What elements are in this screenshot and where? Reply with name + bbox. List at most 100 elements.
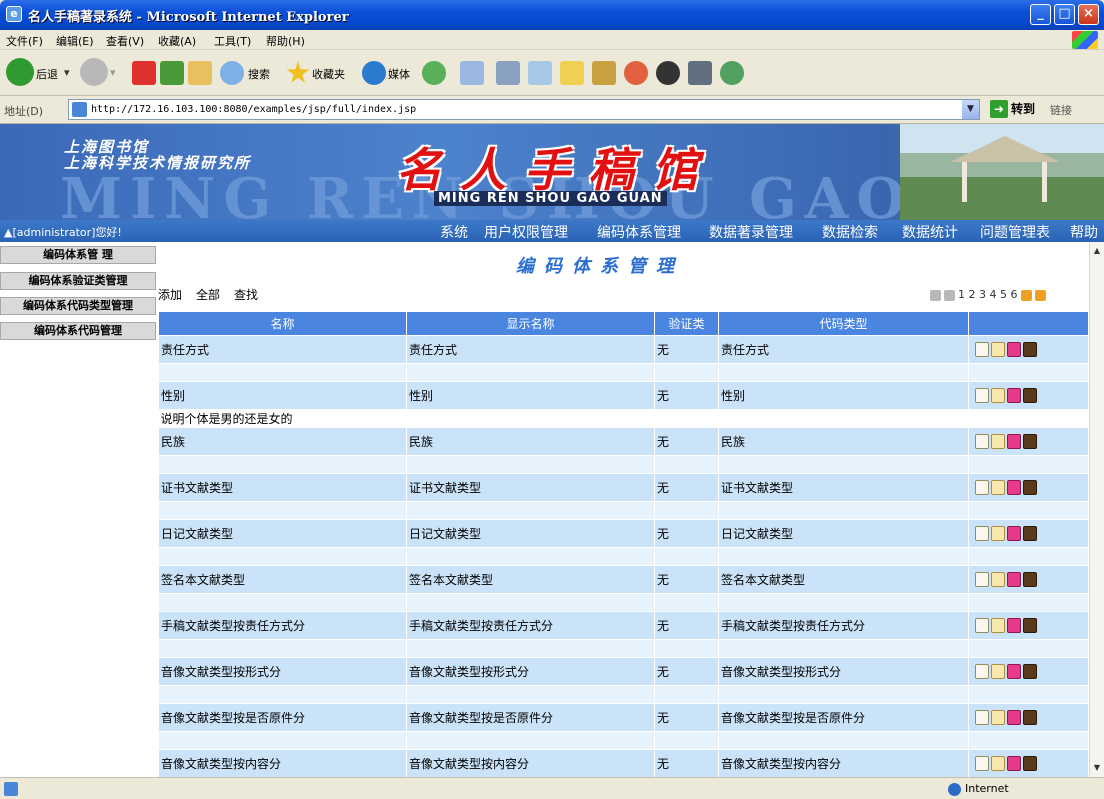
search-label[interactable]: 搜索 xyxy=(248,66,270,82)
messenger-icon[interactable] xyxy=(624,61,648,85)
view-icon[interactable] xyxy=(975,526,989,541)
nav-user-permissions[interactable]: 用户权限管理 xyxy=(484,222,568,242)
maximize-button[interactable]: □ xyxy=(1054,4,1075,25)
copy-icon[interactable] xyxy=(991,342,1005,357)
edit-icon[interactable] xyxy=(1007,756,1021,771)
delete-icon[interactable] xyxy=(1023,664,1037,679)
delete-icon[interactable] xyxy=(1023,756,1037,771)
menu-edit[interactable]: 编辑(E) xyxy=(56,33,94,49)
search-icon[interactable] xyxy=(220,61,244,85)
minimize-button[interactable]: _ xyxy=(1030,4,1051,25)
edit-icon[interactable] xyxy=(1007,434,1021,449)
copy-icon[interactable] xyxy=(991,434,1005,449)
page-numbers[interactable]: 1 2 3 4 5 6 xyxy=(958,288,1017,301)
nav-system[interactable]: 系统 xyxy=(440,222,468,242)
sidebar-item-coding-system[interactable]: 编码体系管 理 xyxy=(0,246,156,264)
view-icon[interactable] xyxy=(975,388,989,403)
contacts-icon[interactable] xyxy=(720,61,744,85)
home-icon[interactable] xyxy=(188,61,212,85)
scroll-up-icon[interactable]: ▲ xyxy=(1090,244,1104,258)
qq-icon[interactable] xyxy=(656,61,680,85)
add-link[interactable]: 添加 xyxy=(158,286,182,303)
view-icon[interactable] xyxy=(975,342,989,357)
sidebar-item-validation[interactable]: 编码体系验证类管理 xyxy=(0,272,156,290)
close-button[interactable]: × xyxy=(1078,4,1099,25)
copy-icon[interactable] xyxy=(991,480,1005,495)
copy-icon[interactable] xyxy=(991,756,1005,771)
delete-icon[interactable] xyxy=(1023,572,1037,587)
mail-icon[interactable] xyxy=(460,61,484,85)
copy-icon[interactable] xyxy=(991,664,1005,679)
view-icon[interactable] xyxy=(975,618,989,633)
links-button[interactable]: 链接 xyxy=(1050,102,1072,118)
nav-help[interactable]: 帮助 xyxy=(1070,222,1098,242)
back-arrow-icon[interactable] xyxy=(6,58,34,86)
last-page-icon[interactable] xyxy=(1034,289,1046,301)
address-dropdown-icon[interactable]: ▼ xyxy=(962,100,979,119)
menu-favorites[interactable]: 收藏(A) xyxy=(158,33,196,49)
menu-view[interactable]: 查看(V) xyxy=(106,33,144,49)
address-url[interactable]: http://172.16.103.100:8080/examples/jsp/… xyxy=(91,104,416,115)
sidebar-item-code[interactable]: 编码体系代码管理 xyxy=(0,322,156,340)
menu-help[interactable]: 帮助(H) xyxy=(266,33,305,49)
vertical-scrollbar[interactable]: ▲ ▼ xyxy=(1089,242,1104,777)
delete-icon[interactable] xyxy=(1023,618,1037,633)
edit-icon[interactable] xyxy=(1007,388,1021,403)
forward-arrow-icon[interactable] xyxy=(80,58,108,86)
forward-dropdown-icon[interactable]: ▾ xyxy=(110,66,116,79)
nav-issue-table[interactable]: 问题管理表 xyxy=(980,222,1050,242)
edit-icon[interactable] xyxy=(1007,572,1021,587)
menu-file[interactable]: 文件(F) xyxy=(6,33,43,49)
folder-icon[interactable] xyxy=(560,61,584,85)
research-icon[interactable] xyxy=(592,61,616,85)
back-dropdown-icon[interactable]: ▾ xyxy=(64,66,70,79)
copy-icon[interactable] xyxy=(991,572,1005,587)
view-icon[interactable] xyxy=(975,710,989,725)
copy-icon[interactable] xyxy=(991,710,1005,725)
view-icon[interactable] xyxy=(975,572,989,587)
nav-data-search[interactable]: 数据检索 xyxy=(822,222,878,242)
copy-icon[interactable] xyxy=(991,618,1005,633)
nav-data-statistics[interactable]: 数据统计 xyxy=(902,222,958,242)
prev-page-icon[interactable] xyxy=(944,289,955,301)
address-input[interactable]: http://172.16.103.100:8080/examples/jsp/… xyxy=(68,99,980,120)
edit-icon[interactable] xyxy=(528,61,552,85)
nav-data-cataloging[interactable]: 数据著录管理 xyxy=(709,222,793,242)
media-label[interactable]: 媒体 xyxy=(388,66,410,82)
copy-icon[interactable] xyxy=(991,526,1005,541)
edit-icon[interactable] xyxy=(1007,664,1021,679)
edit-icon[interactable] xyxy=(1007,480,1021,495)
edit-icon[interactable] xyxy=(1007,618,1021,633)
nav-coding-system[interactable]: 编码体系管理 xyxy=(597,222,681,242)
find-link[interactable]: 查找 xyxy=(234,286,258,303)
history-icon[interactable] xyxy=(422,61,446,85)
edit-icon[interactable] xyxy=(1007,710,1021,725)
stop-icon[interactable] xyxy=(132,61,156,85)
delete-icon[interactable] xyxy=(1023,480,1037,495)
view-icon[interactable] xyxy=(975,434,989,449)
media-icon[interactable] xyxy=(362,61,386,85)
all-link[interactable]: 全部 xyxy=(196,286,220,303)
view-icon[interactable] xyxy=(975,480,989,495)
go-button[interactable]: ➜ 转到 xyxy=(990,100,1035,118)
delete-icon[interactable] xyxy=(1023,342,1037,357)
favorites-star-icon[interactable] xyxy=(286,61,310,83)
menu-tools[interactable]: 工具(T) xyxy=(214,33,251,49)
edit-icon[interactable] xyxy=(1007,342,1021,357)
scroll-down-icon[interactable]: ▼ xyxy=(1090,761,1104,775)
delete-icon[interactable] xyxy=(1023,434,1037,449)
notes-icon[interactable] xyxy=(688,61,712,85)
view-icon[interactable] xyxy=(975,756,989,771)
next-page-icon[interactable] xyxy=(1020,289,1032,301)
favorites-label[interactable]: 收藏夹 xyxy=(312,66,345,82)
refresh-icon[interactable] xyxy=(160,61,184,85)
copy-icon[interactable] xyxy=(991,388,1005,403)
edit-icon[interactable] xyxy=(1007,526,1021,541)
sidebar-item-code-type[interactable]: 编码体系代码类型管理 xyxy=(0,297,156,315)
back-label[interactable]: 后退 xyxy=(36,66,58,82)
first-page-icon[interactable] xyxy=(930,289,941,301)
delete-icon[interactable] xyxy=(1023,388,1037,403)
view-icon[interactable] xyxy=(975,664,989,679)
delete-icon[interactable] xyxy=(1023,526,1037,541)
print-icon[interactable] xyxy=(496,61,520,85)
